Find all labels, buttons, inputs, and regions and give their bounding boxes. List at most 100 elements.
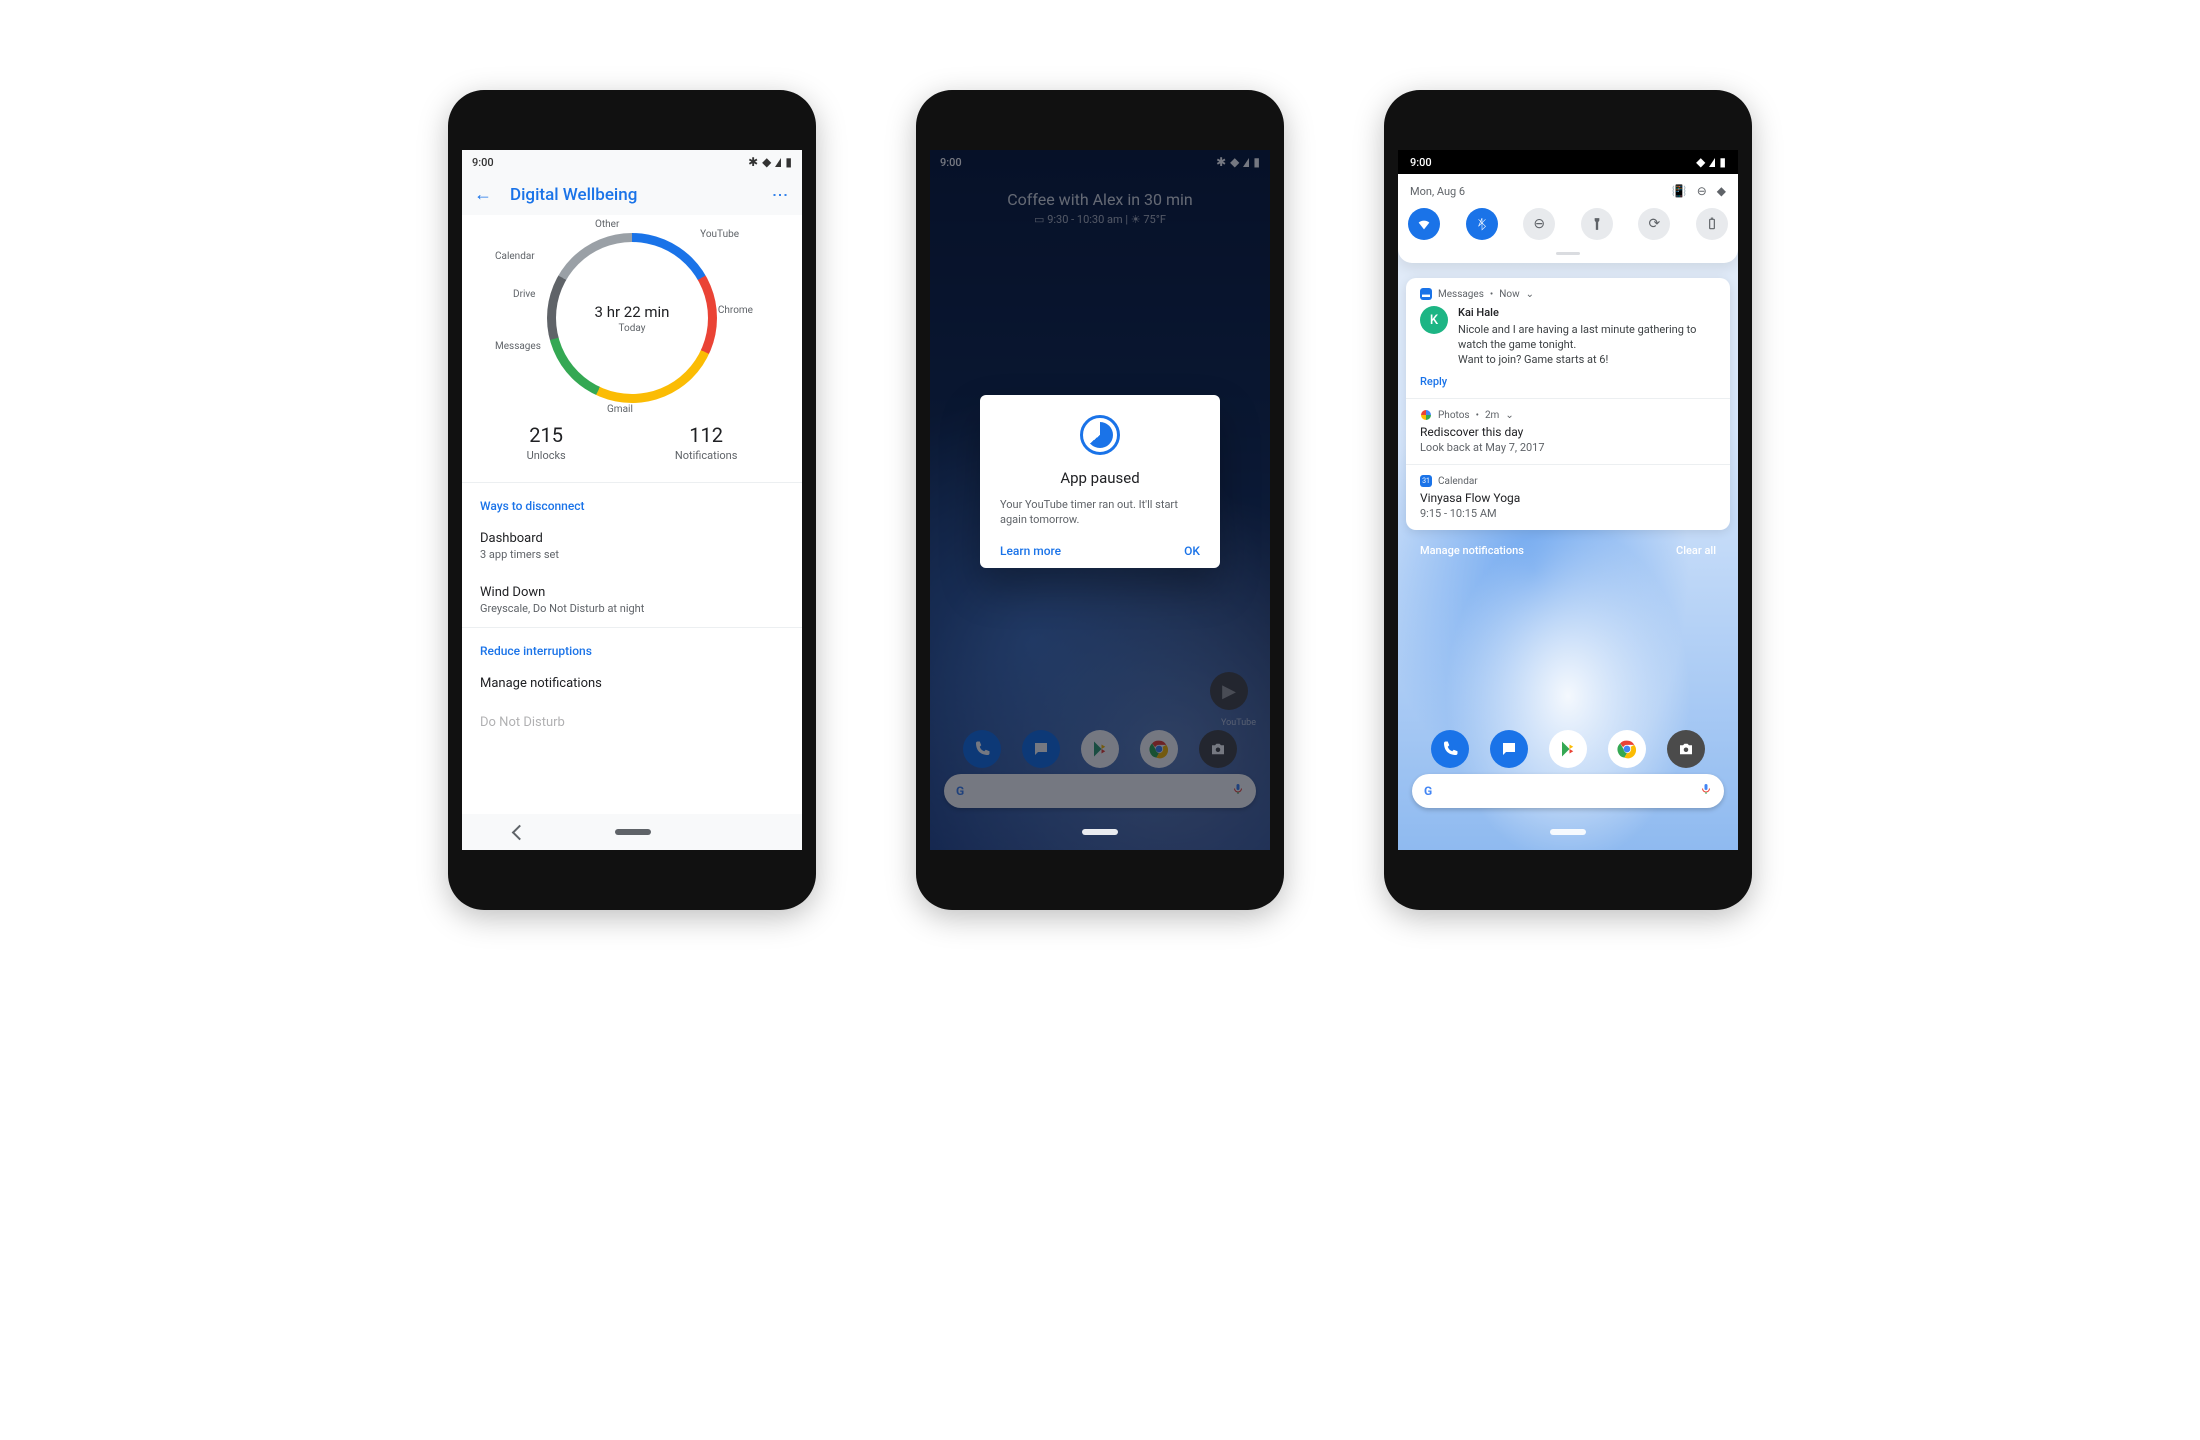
donut-total: 3 hr 22 min: [595, 303, 670, 321]
nav-home-pill[interactable]: [615, 829, 651, 835]
tile-bluetooth[interactable]: [1466, 208, 1498, 240]
notif-app-name: Messages: [1438, 289, 1484, 300]
notifications-label: Notifications: [675, 449, 738, 462]
tile-battery-saver[interactable]: [1696, 208, 1728, 240]
donut-label-other: Other: [595, 219, 619, 230]
app-paused-dialog: App paused Your YouTube timer ran out. I…: [980, 395, 1220, 568]
phone-notification-shade: G 9:00 ◆ ▮ Mon, Aug 6 📳 ⊖ ◆: [1384, 90, 1752, 910]
dock: [1398, 730, 1738, 768]
item-dnd[interactable]: Do Not Disturb: [462, 703, 802, 742]
shade-date: Mon, Aug 6: [1410, 185, 1465, 198]
notification-calendar[interactable]: 31 Calendar Vinyasa Flow Yoga 9:15 - 10:…: [1406, 464, 1730, 530]
search-bar[interactable]: G: [1412, 774, 1724, 808]
nav-home-pill[interactable]: [1082, 829, 1118, 835]
status-time: 9:00: [1410, 156, 1432, 169]
manage-notifications-button[interactable]: Manage notifications: [1420, 544, 1524, 557]
notif-subtitle: Look back at May 7, 2017: [1420, 441, 1716, 454]
notification-photos[interactable]: Photos • 2m ⌄ Rediscover this day Look b…: [1406, 398, 1730, 464]
back-arrow-icon[interactable]: ←: [474, 184, 492, 205]
reply-button[interactable]: Reply: [1420, 375, 1716, 388]
donut-label-messages: Messages: [495, 341, 541, 352]
signal-icon: [1709, 158, 1715, 167]
donut-label-calendar: Calendar: [495, 251, 535, 262]
camera-app-icon[interactable]: [1667, 730, 1705, 768]
shade-sys-icons: 📳 ⊖ ◆: [1672, 184, 1726, 198]
quick-settings-tiles: ⊖ ⟳: [1398, 204, 1738, 252]
notif-app-name: Photos: [1438, 410, 1470, 421]
sender-name: Kai Hale: [1458, 306, 1716, 321]
shade-drag-handle[interactable]: [1556, 252, 1580, 255]
wifi-icon: ◆: [762, 156, 771, 168]
notifications-value: 112: [675, 423, 738, 447]
battery-icon: ▮: [1719, 156, 1726, 168]
unlocks-value: 215: [527, 423, 566, 447]
notification-messages[interactable]: ▬ Messages • Now ⌄ K Kai Hale Nicole and…: [1406, 278, 1730, 398]
notif-app-name: Calendar: [1438, 476, 1478, 487]
status-bar: 9:00 ◆ ▮: [1398, 150, 1738, 174]
stat-notifications[interactable]: 112 Notifications: [675, 423, 738, 462]
donut-label-chrome: Chrome: [718, 305, 753, 316]
item-dashboard[interactable]: Dashboard 3 app timers set: [462, 519, 802, 573]
play-store-icon[interactable]: [1549, 730, 1587, 768]
android-navbar: [1398, 814, 1738, 850]
tile-wifi[interactable]: [1408, 208, 1440, 240]
nav-home-pill[interactable]: [1550, 829, 1586, 835]
item-winddown[interactable]: Wind Down Greyscale, Do Not Disturb at n…: [462, 573, 802, 627]
vibrate-icon: 📳: [1672, 184, 1687, 198]
mic-icon[interactable]: [1700, 781, 1712, 801]
status-time: 9:00: [472, 156, 494, 169]
item-dashboard-title: Dashboard: [480, 531, 784, 546]
app-header: ← Digital Wellbeing ⋮: [462, 174, 802, 215]
chevron-down-icon[interactable]: ⌄: [1505, 410, 1513, 421]
tile-rotate[interactable]: ⟳: [1638, 208, 1670, 240]
clear-all-button[interactable]: Clear all: [1676, 544, 1716, 557]
status-bar: 9:00 ✱ ◆ ▮: [462, 150, 802, 174]
message-line-2: Want to join? Game starts at 6!: [1458, 353, 1716, 368]
item-winddown-title: Wind Down: [480, 585, 784, 600]
phone-wellbeing: 9:00 ✱ ◆ ▮ ← Digital Wellbeing ⋮ 3 hr 22…: [448, 90, 816, 910]
item-manage-notifications[interactable]: Manage notifications: [462, 664, 802, 703]
donut-center-value: 3 hr 22 min Today: [547, 233, 717, 403]
chevron-down-icon[interactable]: ⌄: [1526, 289, 1534, 300]
messages-app-icon[interactable]: [1490, 730, 1528, 768]
tile-dnd[interactable]: ⊖: [1523, 208, 1555, 240]
status-icons: ✱ ◆ ▮: [748, 156, 792, 168]
messages-app-badge-icon: ▬: [1420, 288, 1432, 300]
signal-icon: [775, 158, 781, 167]
avatar: K: [1420, 306, 1448, 334]
overflow-menu-icon[interactable]: ⋮: [771, 187, 790, 202]
notif-title: Vinyasa Flow Yoga: [1420, 491, 1716, 505]
item-winddown-sub: Greyscale, Do Not Disturb at night: [480, 602, 784, 615]
stat-unlocks[interactable]: 215 Unlocks: [527, 423, 566, 462]
section-ways-header: Ways to disconnect: [462, 482, 802, 519]
wifi-small-icon: ◆: [1717, 184, 1726, 198]
ok-button[interactable]: OK: [1184, 544, 1200, 558]
android-navbar: [930, 814, 1270, 850]
android-navbar: [462, 814, 802, 850]
notification-list: ▬ Messages • Now ⌄ K Kai Hale Nicole and…: [1406, 278, 1730, 530]
nav-back-icon[interactable]: [512, 824, 528, 840]
message-line-1: Nicole and I are having a last minute ga…: [1458, 323, 1716, 353]
donut-label-drive: Drive: [513, 289, 535, 300]
wifi-icon: ◆: [1696, 156, 1705, 168]
notif-subtitle: 9:15 - 10:15 AM: [1420, 507, 1716, 520]
chrome-app-icon[interactable]: [1608, 730, 1646, 768]
photos-app-badge-icon: [1420, 409, 1432, 421]
dnd-small-icon: ⊖: [1697, 184, 1707, 198]
tile-flashlight[interactable]: [1581, 208, 1613, 240]
bluetooth-icon: ✱: [748, 156, 758, 168]
item-dashboard-sub: 3 app timers set: [480, 548, 784, 561]
notif-title: Rediscover this day: [1420, 425, 1716, 439]
item-dnd-title: Do Not Disturb: [480, 715, 784, 730]
timer-icon: [1080, 415, 1120, 455]
page-title: Digital Wellbeing: [510, 185, 637, 205]
status-icons: ◆ ▮: [1696, 156, 1726, 168]
notif-time: Now: [1499, 289, 1519, 300]
learn-more-button[interactable]: Learn more: [1000, 544, 1061, 558]
notif-time: 2m: [1485, 410, 1499, 421]
quick-settings-panel: Mon, Aug 6 📳 ⊖ ◆ ⊖ ⟳: [1398, 174, 1738, 263]
battery-icon: ▮: [785, 156, 792, 168]
usage-card: 3 hr 22 min Today YouTube Chrome Gmail M…: [462, 215, 802, 482]
phone-app-icon[interactable]: [1431, 730, 1469, 768]
google-logo-icon: G: [1424, 784, 1432, 798]
